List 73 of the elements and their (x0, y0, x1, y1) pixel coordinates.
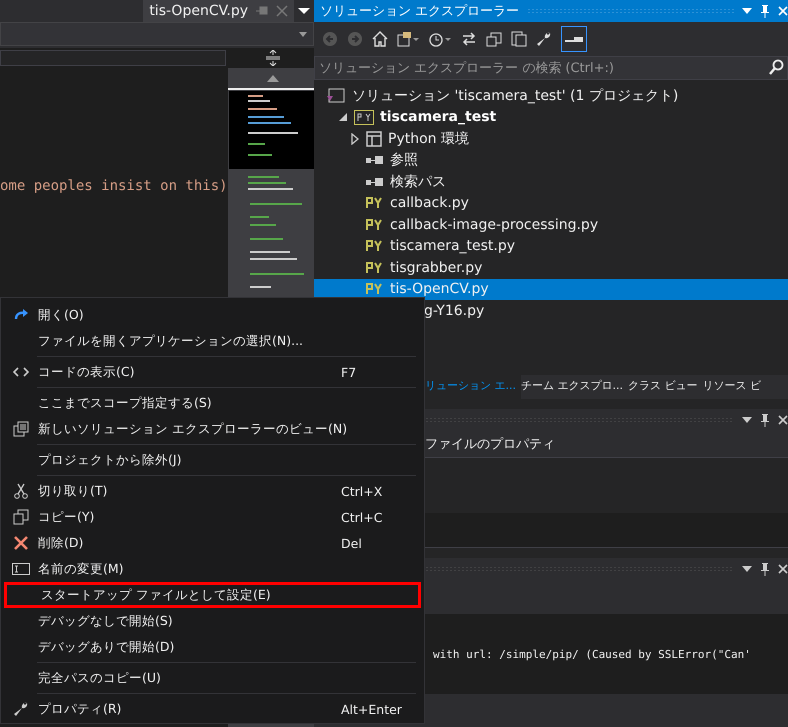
panel-tab[interactable]: リソース ビ (702, 375, 766, 399)
shortcut-label: Ctrl+C (341, 510, 384, 524)
menu-item[interactable]: プロパティ(R) Alt+Enter (1, 696, 424, 722)
pages-icon[interactable] (511, 31, 527, 47)
solution-icon (326, 88, 346, 104)
dropdown-icon[interactable] (298, 7, 310, 15)
tree-item[interactable]: tisgrabber.py (314, 257, 788, 278)
panel-tab[interactable]: チーム エクスプロ... (521, 375, 628, 399)
python-file-icon (366, 218, 384, 231)
close-icon[interactable] (778, 564, 788, 574)
menu-item[interactable]: 完全パスのコピー(U) (1, 665, 424, 691)
shortcut-label: Alt+Enter (341, 702, 403, 716)
menu-item[interactable]: 名前の変更(M) (1, 556, 424, 582)
dropdown-icon[interactable] (742, 565, 752, 573)
delete-x-icon (13, 535, 29, 551)
pin-icon[interactable] (760, 4, 770, 18)
output-text: with url: /simple/pip/ (Caused by SSLError("Can' (433, 648, 751, 660)
environment-icon (366, 130, 382, 147)
menu-item[interactable]: デバッグなしで開始(S) (1, 608, 424, 634)
new-view-icon (13, 421, 29, 437)
menu-item[interactable]: スタートアップ ファイルとして設定(E) (4, 582, 421, 608)
python-file-icon (366, 240, 384, 252)
reference-icon (366, 176, 384, 187)
tree-item[interactable]: tiscamera_test (314, 106, 788, 128)
pin-icon[interactable] (760, 413, 770, 427)
tree-item[interactable]: 参照 (314, 150, 788, 171)
python-file-icon (366, 197, 384, 210)
rename-icon (12, 563, 30, 575)
shortcut-label: Del (341, 536, 363, 550)
collapsed-triangle-icon[interactable] (350, 132, 360, 145)
tree-item[interactable]: 検索パス (314, 171, 788, 192)
dropdown-icon[interactable] (742, 416, 752, 424)
reference-icon (366, 155, 384, 166)
pin-icon[interactable] (760, 562, 770, 576)
shortcut-label: Ctrl+X (341, 484, 384, 498)
tree-item[interactable]: tiscamera_test.py (314, 236, 788, 257)
tree-item[interactable]: callback.py (314, 192, 788, 214)
panel-tab[interactable]: クラス ビュー (628, 375, 702, 399)
panel-title: ソリューション エクスプローラー (320, 3, 520, 20)
python-project-icon (354, 110, 374, 125)
menu-item[interactable]: コードの表示(C) F7 (1, 359, 424, 385)
wrench-icon (13, 701, 29, 717)
panel-tab[interactable]: リューション エ... (425, 375, 521, 399)
menu-item[interactable]: デバッグありで開始(D) (1, 634, 424, 660)
swap-arrows-icon[interactable] (461, 31, 477, 47)
tree-item[interactable]: callback-image-processing.py (314, 214, 788, 236)
tree-item[interactable]: ソリューション 'tiscamera_test' (1 プロジェクト) (314, 85, 788, 106)
menu-item[interactable]: ファイルを開くアプリケーションの選択(N)... (1, 328, 424, 354)
tree-item[interactable]: tis-OpenCV.py (314, 278, 788, 300)
python-file-icon (366, 283, 384, 296)
menu-item[interactable]: 切り取り(T) Ctrl+X (1, 478, 424, 504)
python-file-icon (366, 262, 384, 274)
wrench-icon[interactable] (536, 31, 552, 47)
menu-item[interactable]: コピー(Y) Ctrl+C (1, 504, 424, 530)
preview-icon[interactable] (561, 26, 587, 52)
copy-icon (13, 509, 29, 525)
menu-item[interactable]: 開く(O) (1, 302, 424, 328)
close-icon[interactable] (778, 415, 788, 425)
history-icon[interactable] (428, 31, 452, 47)
scissors-icon (13, 483, 29, 499)
search-icon[interactable] (768, 59, 784, 75)
menu-item[interactable]: 削除(D) Del (1, 530, 424, 556)
caret-icon (299, 32, 307, 36)
expanded-triangle-icon[interactable] (338, 112, 348, 122)
search-field[interactable]: ソリューション エクスプローラー の検索 (Ctrl+:) (314, 56, 788, 80)
shortcut-label: F7 (341, 364, 358, 380)
menu-item[interactable]: ここまでスコープ指定する(S) (1, 390, 424, 416)
tree-item[interactable]: Python 環境 (314, 128, 788, 150)
code-line: ome peoples insist on this) (0, 178, 228, 194)
scroll-up-icon[interactable] (266, 74, 279, 82)
home-icon[interactable] (372, 31, 388, 47)
split-icon[interactable] (266, 50, 280, 66)
collapse-icon[interactable] (486, 31, 502, 47)
